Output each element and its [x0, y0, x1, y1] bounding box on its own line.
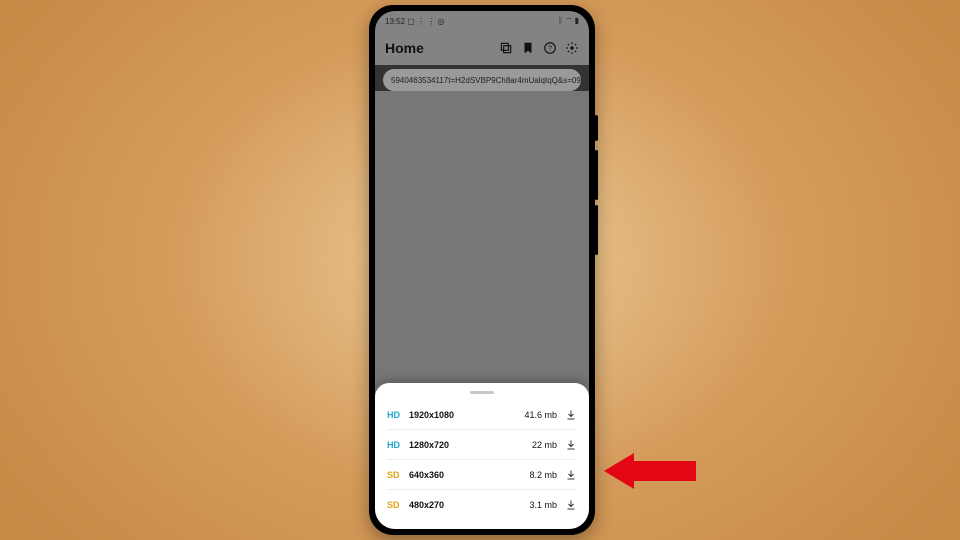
download-row[interactable]: SD640x360 8.2 mb: [387, 460, 577, 490]
quality-badge: SD: [387, 500, 409, 510]
quality-badge: SD: [387, 470, 409, 480]
arrow-stem: [634, 461, 696, 481]
svg-text:?: ?: [548, 45, 552, 52]
resolution-text: 640x360: [409, 470, 444, 480]
quality-badge: HD: [387, 440, 409, 450]
settings-icon[interactable]: [565, 41, 579, 55]
resolution-text: 480x270: [409, 500, 444, 510]
library-icon[interactable]: [499, 41, 513, 55]
volume-up-button: [595, 150, 598, 200]
help-icon[interactable]: ?: [543, 41, 557, 55]
stage: 13:52 ▢ ⋮ ⋮ ◎ ᛒ⌔▮ Home ? 5940463534117t=…: [0, 0, 960, 540]
status-time: 13:52: [385, 17, 405, 26]
url-bar[interactable]: 5940463534117t=H2dSVBP9Ch8ar4mUalqtqQ&s=…: [383, 69, 581, 91]
sheet-grabber[interactable]: [470, 391, 494, 394]
filesize-text: 22 mb: [532, 440, 557, 450]
resolution-text: 1280x720: [409, 440, 449, 450]
download-icon[interactable]: [565, 499, 577, 511]
page-title: Home: [385, 40, 424, 56]
app-bar: Home ?: [375, 31, 589, 65]
volume-down-button: [595, 205, 598, 255]
status-icons-right: ᛒ⌔▮: [556, 16, 579, 26]
screen: 13:52 ▢ ⋮ ⋮ ◎ ᛒ⌔▮ Home ? 5940463534117t=…: [375, 11, 589, 529]
download-row[interactable]: SD480x270 3.1 mb: [387, 490, 577, 520]
status-bar: 13:52 ▢ ⋮ ⋮ ◎ ᛒ⌔▮: [375, 11, 589, 31]
download-icon[interactable]: [565, 439, 577, 451]
download-sheet: HD1920x108041.6 mbHD1280x72022 mbSD640x3…: [375, 383, 589, 529]
bookmark-icon[interactable]: [521, 41, 535, 55]
filesize-text: 3.1 mb: [529, 500, 557, 510]
url-text: 5940463534117t=H2dSVBP9Ch8ar4mUalqtqQ&s=…: [391, 76, 581, 85]
download-icon[interactable]: [565, 469, 577, 481]
arrow-head-icon: [604, 453, 634, 489]
filesize-text: 8.2 mb: [529, 470, 557, 480]
download-row[interactable]: HD1280x720 22 mb: [387, 430, 577, 460]
phone-frame: 13:52 ▢ ⋮ ⋮ ◎ ᛒ⌔▮ Home ? 5940463534117t=…: [369, 5, 595, 535]
download-icon[interactable]: [565, 409, 577, 421]
download-row[interactable]: HD1920x1080 41.6 mb: [387, 400, 577, 430]
annotation-arrow: [604, 453, 696, 489]
power-button: [595, 115, 598, 141]
status-icons-left: ▢ ⋮ ⋮ ◎: [407, 17, 444, 26]
filesize-text: 41.6 mb: [524, 410, 557, 420]
quality-badge: HD: [387, 410, 409, 420]
resolution-text: 1920x1080: [409, 410, 454, 420]
